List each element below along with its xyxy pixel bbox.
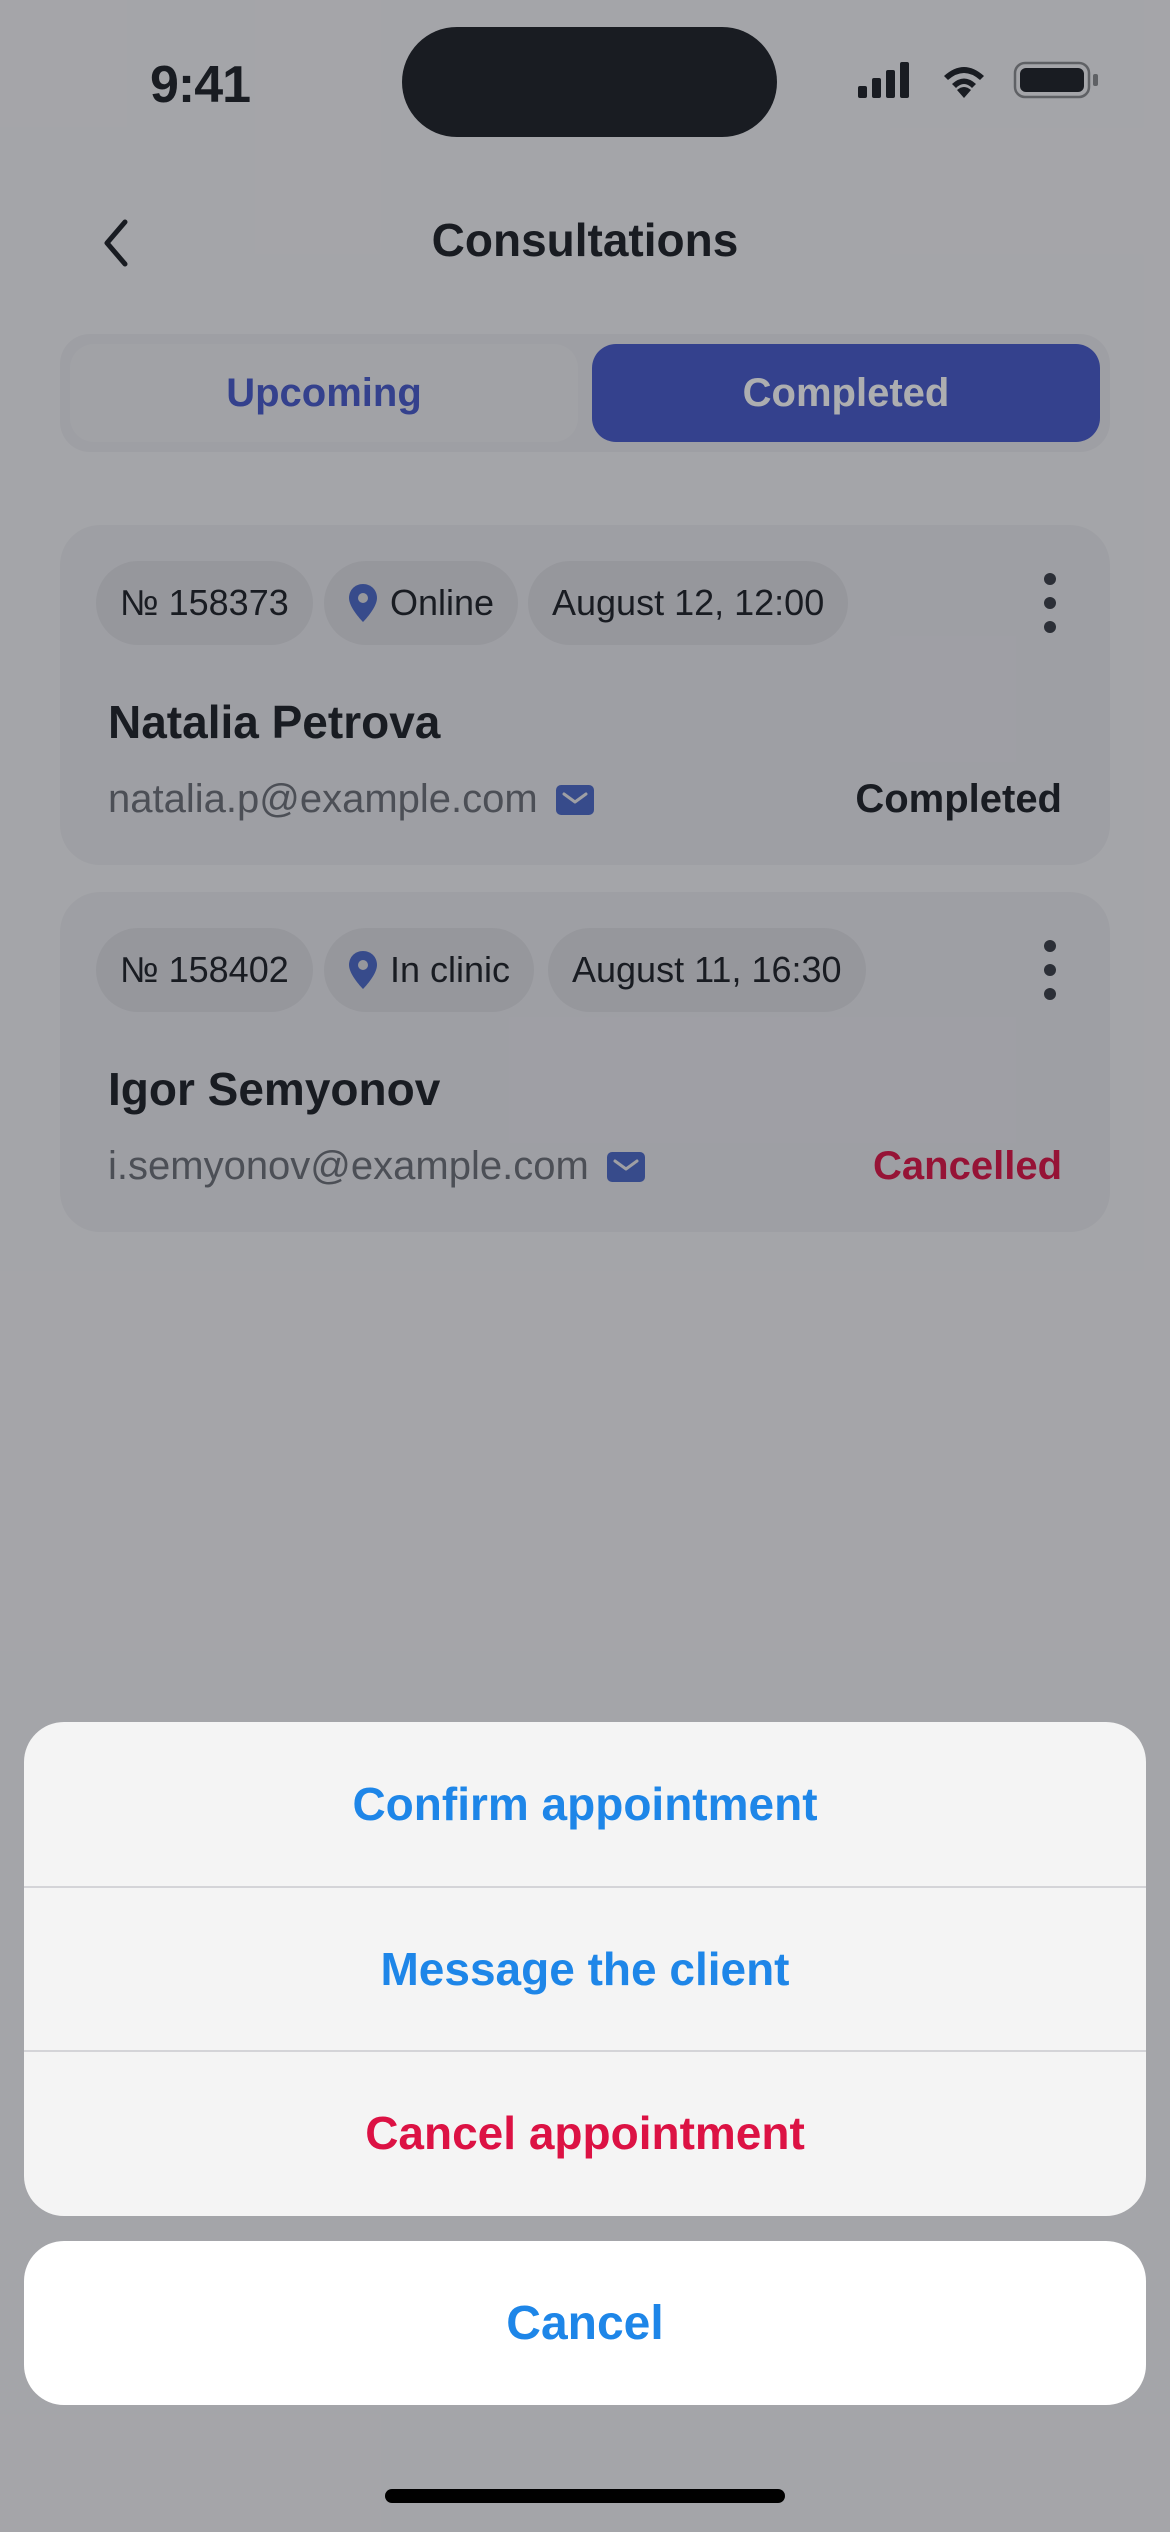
- message-client-button[interactable]: Message the client: [24, 1886, 1146, 2050]
- confirm-appointment-button[interactable]: Confirm appointment: [24, 1722, 1146, 1886]
- action-sheet-cancel-button[interactable]: Cancel: [24, 2241, 1146, 2405]
- cancel-appointment-button[interactable]: Cancel appointment: [24, 2050, 1146, 2214]
- home-indicator: [385, 2489, 785, 2503]
- action-sheet: Confirm appointment Message the client C…: [24, 1722, 1146, 2216]
